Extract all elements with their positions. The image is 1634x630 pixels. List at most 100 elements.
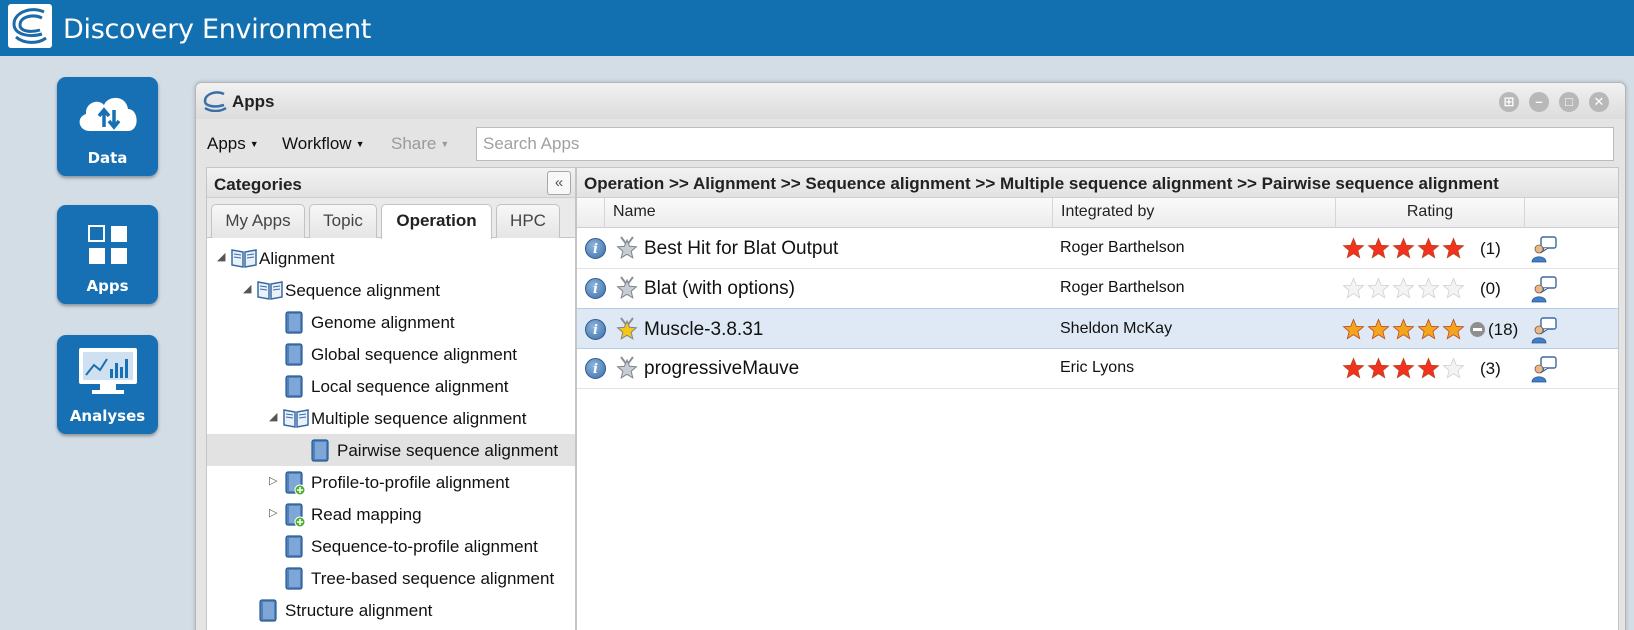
tree-node[interactable]: Genome alignment <box>207 306 575 338</box>
layout-icon[interactable]: ⊞ <box>1499 92 1519 112</box>
tab-hpc[interactable]: HPC <box>496 204 560 238</box>
tree-node[interactable]: Local sequence alignment <box>207 370 575 402</box>
favorite-star-icon[interactable] <box>615 275 639 306</box>
unrate-icon[interactable] <box>1470 322 1485 337</box>
tab-topic[interactable]: Topic <box>309 204 377 238</box>
header-comments-col <box>1525 198 1620 228</box>
rating-count: (1) <box>1480 239 1501 258</box>
de-logo-icon[interactable] <box>8 4 52 48</box>
apps-menu-label: Apps <box>207 134 246 153</box>
tree-node[interactable]: Sequence-to-profile alignment <box>207 530 575 562</box>
tree-node[interactable]: Pairwise sequence alignment <box>207 434 575 466</box>
collapsed-arrow-icon[interactable]: ▷ <box>269 474 277 487</box>
book-plus-icon <box>283 503 306 532</box>
tree-node-label: Read mapping <box>311 505 422 524</box>
comments-icon[interactable] <box>1530 355 1558 388</box>
share-menu-button[interactable]: Share ▼ <box>391 134 449 154</box>
expanded-arrow-icon[interactable]: ◢ <box>217 250 225 263</box>
share-menu-label: Share <box>391 134 437 153</box>
tree-node[interactable]: Structure alignment <box>207 594 575 626</box>
favorite-star-icon[interactable] <box>615 316 639 347</box>
book-icon <box>283 567 305 596</box>
tree-node[interactable]: ◢ Alignment <box>207 242 575 274</box>
tree-node-label: Pairwise sequence alignment <box>337 441 559 460</box>
window-titlebar[interactable]: Apps ⊞ – □ ✕ <box>196 83 1625 119</box>
rating-count: (3) <box>1480 359 1501 378</box>
tab-operation[interactable]: Operation <box>381 204 492 239</box>
info-icon[interactable]: i <box>585 358 606 379</box>
open-book-icon <box>231 247 257 274</box>
favorite-star-icon[interactable] <box>615 355 639 386</box>
expanded-arrow-icon[interactable]: ◢ <box>243 282 251 295</box>
table-row[interactable]: i Blat (with options) Roger Barthelson (0) <box>577 268 1618 309</box>
apps-grid: Operation >> Alignment >> Sequence align… <box>576 167 1619 630</box>
table-row[interactable]: i Muscle-3.8.31 Sheldon McKay (18) <box>577 308 1618 349</box>
dock-data-label: Data <box>87 149 128 167</box>
info-icon[interactable]: i <box>585 319 606 340</box>
app-name[interactable]: progressiveMauve <box>644 358 799 380</box>
dock-analyses-button[interactable]: Analyses <box>57 335 158 434</box>
window-title: Apps <box>232 92 275 111</box>
header-rating-label: Rating <box>1406 203 1454 220</box>
book-icon <box>309 439 331 468</box>
book-plus-icon <box>283 471 306 500</box>
comments-icon[interactable] <box>1530 316 1558 349</box>
cloud-upload-download-icon <box>79 97 137 131</box>
top-bar: Discovery Environment <box>0 0 1634 56</box>
book-icon <box>283 535 305 564</box>
integrated-by: Roger Barthelson <box>1060 279 1185 296</box>
collapse-panel-icon[interactable]: « <box>547 171 571 195</box>
tree-node[interactable]: ◢ Multiple sequence alignment <box>207 402 575 434</box>
chevron-down-icon: ▼ <box>355 139 365 149</box>
tree-node[interactable]: Tree-based sequence alignment <box>207 562 575 594</box>
rating-count: (0) <box>1480 279 1501 298</box>
tree-node[interactable]: Global sequence alignment <box>207 338 575 370</box>
expanded-arrow-icon[interactable]: ◢ <box>269 410 277 423</box>
tree-node-label: Local sequence alignment <box>311 377 509 396</box>
collapsed-arrow-icon[interactable]: ▷ <box>269 506 277 519</box>
comments-icon[interactable] <box>1530 235 1558 268</box>
info-icon[interactable]: i <box>585 278 606 299</box>
favorite-star-icon[interactable] <box>615 235 639 266</box>
header-rating[interactable]: Rating <box>1336 198 1525 228</box>
table-row[interactable]: i progressiveMauve Eric Lyons (3) <box>577 348 1618 389</box>
integrated-by: Eric Lyons <box>1060 359 1135 376</box>
header-name[interactable]: Name <box>605 198 1053 228</box>
table-row[interactable]: i Best Hit for Blat Output Roger Barthelso… <box>577 228 1618 269</box>
comments-icon[interactable] <box>1530 275 1558 308</box>
header-info-col <box>577 198 605 228</box>
chevron-down-icon: ▼ <box>249 139 259 149</box>
tree-node[interactable]: ▷ Profile-to-profile alignment <box>207 466 575 498</box>
minimize-icon[interactable]: – <box>1529 92 1549 112</box>
dock-apps-label: Apps <box>86 277 129 295</box>
app-name[interactable]: Muscle-3.8.31 <box>644 319 763 341</box>
chevron-down-icon: ▼ <box>440 139 450 149</box>
app-name[interactable]: Best Hit for Blat Output <box>644 238 838 260</box>
tree-node-label: Global sequence alignment <box>311 345 518 364</box>
app-name[interactable]: Blat (with options) <box>644 278 795 300</box>
workflow-menu-label: Workflow <box>282 134 352 153</box>
open-book-icon <box>283 407 309 434</box>
tree-node-label: Profile-to-profile alignment <box>311 473 510 492</box>
close-icon[interactable]: ✕ <box>1589 92 1609 112</box>
info-icon[interactable]: i <box>585 238 606 259</box>
tree-node[interactable]: ▷ Read mapping <box>207 498 575 530</box>
search-apps-input[interactable] <box>476 127 1614 161</box>
header-integrated-by[interactable]: Integrated by <box>1053 198 1336 228</box>
integrated-by: Roger Barthelson <box>1060 239 1185 256</box>
dock-apps-button[interactable]: Apps <box>57 205 158 304</box>
dock-analyses-label: Analyses <box>69 407 146 425</box>
tree-node-label: Sequence-to-profile alignment <box>311 537 538 556</box>
categories-header: Categories « <box>207 168 575 198</box>
book-icon <box>283 375 305 404</box>
workflow-menu-button[interactable]: Workflow ▼ <box>282 134 365 154</box>
maximize-icon[interactable]: □ <box>1559 92 1579 112</box>
book-icon <box>257 599 279 628</box>
dock-data-button[interactable]: Data <box>57 77 158 176</box>
tree-node-label: Structure alignment <box>285 601 433 620</box>
apps-menu-button[interactable]: Apps ▼ <box>207 134 259 154</box>
tree-node[interactable]: ◢ Sequence alignment <box>207 274 575 306</box>
tab-my-apps[interactable]: My Apps <box>211 204 305 238</box>
category-tabs: My Apps Topic Operation HPC <box>207 198 575 239</box>
header-name-label: Name <box>613 203 656 220</box>
